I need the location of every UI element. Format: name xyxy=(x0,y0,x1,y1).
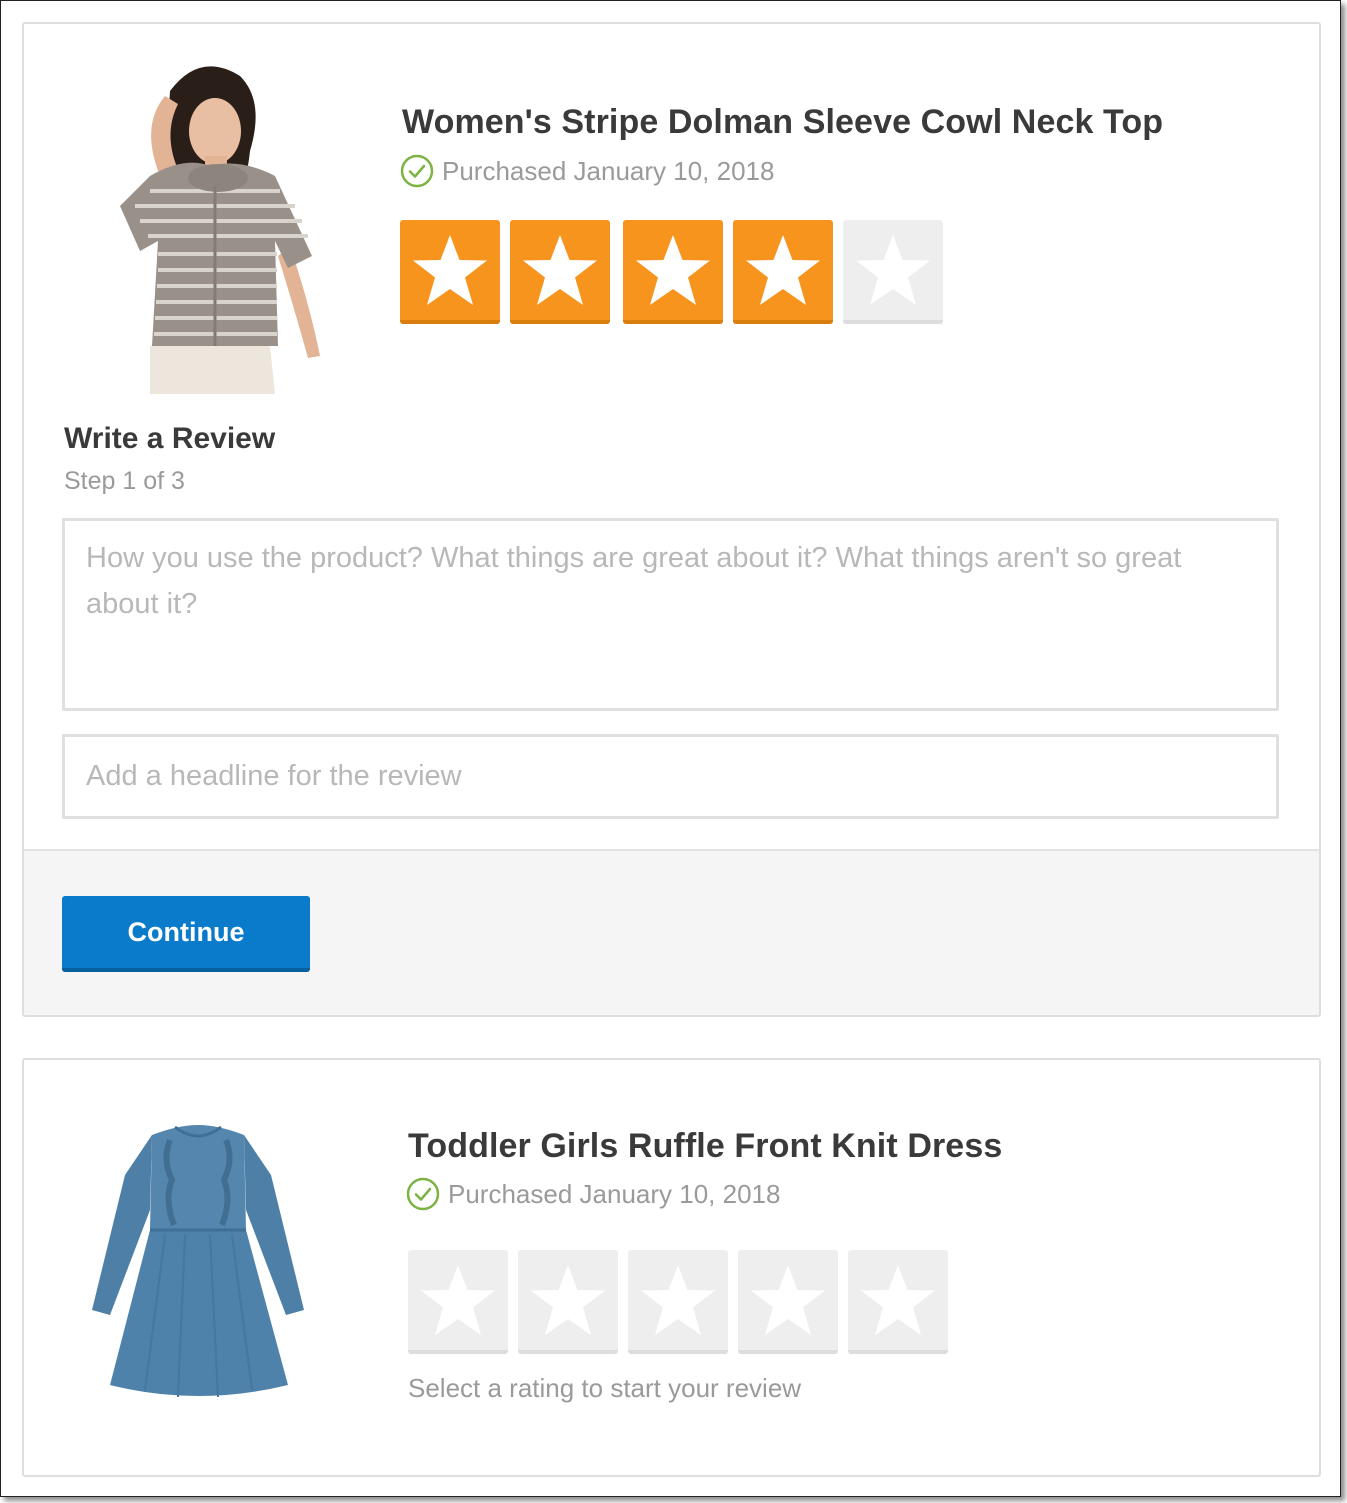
purchase-status: Purchased January 10, 2018 xyxy=(400,154,774,188)
review-page: Women's Stripe Dolman Sleeve Cowl Neck T… xyxy=(0,0,1341,1497)
star-icon xyxy=(746,235,820,305)
review-headline-input[interactable] xyxy=(62,734,1279,819)
star-2-button[interactable] xyxy=(510,220,610,324)
product-image-striped-top xyxy=(80,56,326,394)
star-5-button[interactable] xyxy=(843,220,943,324)
star-icon xyxy=(636,235,710,305)
star-4-button[interactable] xyxy=(738,1250,838,1354)
step-indicator: Step 1 of 3 xyxy=(64,467,185,495)
star-icon xyxy=(531,1265,605,1335)
star-2-button[interactable] xyxy=(518,1250,618,1354)
star-1-button[interactable] xyxy=(400,220,500,324)
continue-button[interactable]: Continue xyxy=(62,896,310,972)
check-circle-icon xyxy=(406,1177,440,1211)
purchase-status: Purchased January 10, 2018 xyxy=(406,1177,780,1211)
star-icon xyxy=(523,235,597,305)
review-body-input[interactable] xyxy=(62,518,1279,711)
star-rating xyxy=(408,1250,958,1354)
star-3-button[interactable] xyxy=(623,220,723,324)
star-icon xyxy=(751,1265,825,1335)
star-5-button[interactable] xyxy=(848,1250,948,1354)
striped-top-photo-icon xyxy=(80,56,326,394)
rating-hint: Select a rating to start your review xyxy=(408,1373,802,1403)
form-footer: Continue xyxy=(24,849,1319,1015)
product-review-card: Women's Stripe Dolman Sleeve Cowl Neck T… xyxy=(22,22,1321,1017)
purchase-date: Purchased January 10, 2018 xyxy=(448,1178,781,1209)
star-icon xyxy=(861,1265,935,1335)
check-circle-icon xyxy=(400,154,434,188)
purchase-date: Purchased January 10, 2018 xyxy=(442,155,775,186)
star-icon xyxy=(413,235,487,305)
star-3-button[interactable] xyxy=(628,1250,728,1354)
product-title[interactable]: Women's Stripe Dolman Sleeve Cowl Neck T… xyxy=(402,103,1163,142)
star-rating xyxy=(400,220,953,324)
product-title[interactable]: Toddler Girls Ruffle Front Knit Dress xyxy=(408,1127,1002,1166)
product-image-blue-dress xyxy=(90,1115,306,1405)
blue-dress-photo-icon xyxy=(90,1115,306,1405)
star-icon xyxy=(641,1265,715,1335)
write-review-heading: Write a Review xyxy=(64,422,276,455)
star-1-button[interactable] xyxy=(408,1250,508,1354)
product-review-card: Toddler Girls Ruffle Front Knit Dress Pu… xyxy=(22,1058,1321,1477)
star-icon xyxy=(421,1265,495,1335)
star-icon xyxy=(856,235,930,305)
star-4-button[interactable] xyxy=(733,220,833,324)
